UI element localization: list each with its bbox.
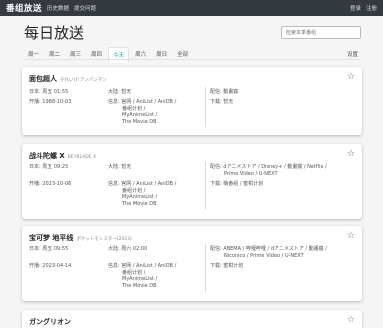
start-date: 开播: 1988-10-03	[29, 99, 72, 105]
brand-logo[interactable]: 番组放送	[6, 2, 42, 14]
distribution[interactable]: 配信: ABEMA / 哔哩哔哩 / dアニメストア / 動畫瘋 / Nicon…	[210, 246, 327, 259]
settings-link[interactable]: 设置	[347, 50, 358, 58]
anime-title[interactable]: 面包超人 それいけ!アンパンマン	[29, 74, 107, 84]
nav-link-submit-issue[interactable]: 提交问题	[74, 4, 96, 12]
anime-original-title: それいけ!アンパンマン	[60, 78, 107, 83]
anime-title[interactable]: ガングリオン	[29, 317, 71, 327]
anime-card: 战斗陀螺 X BEYBLADE X ☆ 日本: 周五 09:25 开播: 2023…	[22, 144, 362, 219]
info-links[interactable]: 信息: 官网 / AniList / AniDB / 番组计划 / MyAnim…	[108, 99, 176, 125]
anime-card: 面包超人 それいけ!アンパンマン ☆ 日本: 周五 01:55 开播: 1988-…	[22, 67, 362, 135]
star-icon[interactable]: ☆	[347, 149, 355, 159]
japan-airtime: 日本: 周五 09:55	[29, 246, 69, 252]
distribution[interactable]: 配信: 動畫瘋	[210, 89, 238, 96]
page-title: 每日放送	[24, 24, 85, 42]
tab-wednesday[interactable]: 周三	[66, 47, 85, 63]
top-navbar: 番组放送 历史数据 提交问题 登录 注册	[0, 0, 383, 16]
weekday-tabs: 周一 周二 周三 周四 今天 周六 周日 全部	[24, 47, 194, 63]
star-icon[interactable]: ☆	[347, 231, 355, 241]
anime-original-title: ポケットモンスター(2023)	[76, 237, 132, 242]
mainland-airtime: 大陆: 暂无	[108, 89, 132, 95]
nav-link-history[interactable]: 历史数据	[47, 4, 69, 12]
download-links[interactable]: 下载: 蜜柑计划	[210, 263, 243, 270]
info-links[interactable]: 信息: 官网 / AniList / AniDB / 番组计划 / MyAnim…	[108, 181, 176, 207]
tab-monday[interactable]: 周一	[24, 47, 43, 63]
japan-airtime: 日本: 周五 09:25	[29, 164, 69, 170]
info-links[interactable]: 信息: 官网 / AniList / AniDB / 番组计划 / MyAnim…	[108, 263, 176, 289]
anime-original-title: BEYBLADE X	[67, 155, 97, 160]
tab-all[interactable]: 全部	[173, 47, 192, 63]
japan-airtime: 日本: 周五 01:55	[29, 89, 69, 95]
anime-title[interactable]: 战斗陀螺 X BEYBLADE X	[29, 151, 96, 161]
tab-saturday[interactable]: 周六	[131, 47, 150, 63]
mainland-airtime: 大陆: 周六 02:00	[108, 246, 148, 252]
register-link[interactable]: 注册	[366, 4, 377, 12]
download-links[interactable]: 下载: 暂无	[210, 99, 233, 106]
column-divider	[205, 244, 206, 292]
tab-today[interactable]: 今天	[108, 47, 130, 63]
anime-title[interactable]: 宝可梦 地平线 ポケットモンスター(2023)	[29, 233, 132, 243]
download-links[interactable]: 下载: 萌番组 / 蜜柑计划	[210, 181, 263, 188]
mainland-airtime: 大陆: 暂无	[108, 164, 132, 170]
star-icon[interactable]: ☆	[347, 315, 355, 325]
search-input[interactable]	[281, 26, 361, 39]
tab-divider	[24, 59, 360, 60]
anime-card: ガングリオン ☆	[22, 310, 362, 328]
tab-tuesday[interactable]: 周二	[45, 47, 64, 63]
nav-right: 登录 注册	[345, 4, 377, 12]
column-divider	[205, 87, 206, 127]
tab-sunday[interactable]: 周日	[152, 47, 171, 63]
login-link[interactable]: 登录	[350, 4, 361, 12]
start-date: 开播: 2023-04-14	[29, 263, 72, 269]
column-divider	[205, 162, 206, 210]
start-date: 开播: 2023-10-06	[29, 181, 72, 187]
anime-card: 宝可梦 地平线 ポケットモンスター(2023) ☆ 日本: 周五 09:55 开播…	[22, 226, 362, 301]
distribution[interactable]: 配信: dアニメストア / Disney+ / 動畫瘋 / Netflix / …	[210, 164, 327, 177]
tab-thursday[interactable]: 周四	[87, 47, 106, 63]
star-icon[interactable]: ☆	[347, 72, 355, 82]
